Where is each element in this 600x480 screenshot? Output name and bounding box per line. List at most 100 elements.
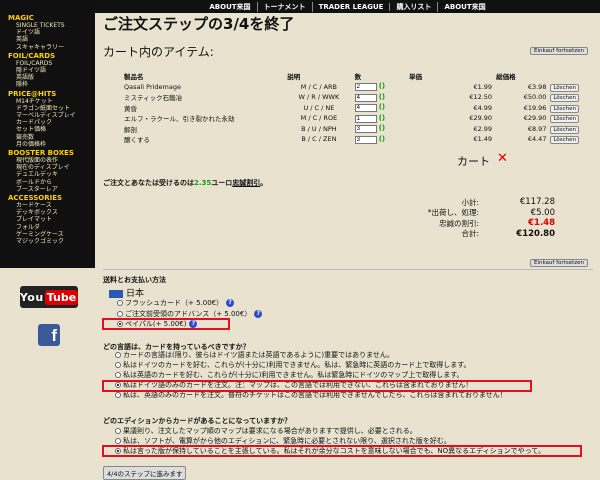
empty-cart-x-icon[interactable]: ✕ <box>497 151 508 166</box>
cart-item-name[interactable]: 解剖 <box>122 124 285 135</box>
delete-button[interactable]: Löschen <box>550 125 580 134</box>
delete-button[interactable]: Löschen <box>550 104 580 113</box>
sidebar-item[interactable]: 隠枠 <box>8 81 95 88</box>
delete-button[interactable]: Löschen <box>550 83 580 92</box>
cart-table: 製品名 説明 数 単価 総価格 Qasali Pridemage M / C / … <box>122 71 592 145</box>
sidebar-heading[interactable]: BOOSTER BOXES <box>8 149 95 157</box>
delete-button[interactable]: Löschen <box>550 115 580 124</box>
youtube-tube-text: Tube <box>44 289 79 305</box>
continue-shopping-button-top[interactable]: Einkauf fortsetzen <box>530 47 588 55</box>
sidebar-item[interactable]: プレイマット <box>8 216 95 223</box>
sidebar-item[interactable]: M14チケット <box>8 98 95 105</box>
next-step-button[interactable]: 4/4のステップに進みます <box>103 466 187 480</box>
sidebar-heading[interactable]: MAGIC <box>8 14 95 22</box>
sidebar-item[interactable]: マジックゴミック <box>8 238 95 245</box>
radio-button[interactable] <box>115 352 121 358</box>
loyalty-points-text: ご注文とあなたは受けるのは2.35ユーロ忠誠割引。 <box>103 178 267 188</box>
cart-label: カート <box>457 155 490 168</box>
update-check-icon[interactable]: () <box>379 124 385 132</box>
sidebar-item[interactable]: セット価格 <box>8 126 95 133</box>
sidebar-item[interactable]: ゲーミングケース <box>8 231 95 238</box>
cart-item-desc: M / C / ARB <box>300 82 338 91</box>
cart-item-name[interactable]: 黄昏 <box>122 103 285 114</box>
sidebar-heading[interactable]: FOIL/CARDS <box>8 52 95 60</box>
update-check-icon[interactable]: () <box>379 135 385 143</box>
shipping-option[interactable]: フラッシュカード（+ 5.00€）? <box>117 298 235 308</box>
summary-value: €120.80 <box>516 228 555 239</box>
help-icon[interactable]: ? <box>226 299 235 307</box>
radio-button[interactable] <box>117 310 123 317</box>
sidebar-item[interactable]: デッキボックス <box>8 209 95 216</box>
sidebar-item[interactable]: 月の価格枠 <box>8 141 95 148</box>
youtube-text: You <box>19 290 44 304</box>
shipping-option[interactable]: ご注文前受領のアドバンス（+ 5.00€）? <box>117 309 263 319</box>
option-label: 私は英語のカードを好む、これらが(十分に)利用できません。私は緊急時にドイツのマ… <box>123 371 464 379</box>
facebook-icon[interactable]: f <box>38 324 60 346</box>
cart-action-cell: Löschen <box>548 82 592 93</box>
quantity-input[interactable] <box>354 135 377 144</box>
radio-button[interactable] <box>115 392 121 398</box>
quantity-input[interactable] <box>354 93 377 102</box>
sidebar-item[interactable]: マーベルディスプレイ <box>8 112 95 119</box>
radio-button[interactable] <box>115 428 121 434</box>
sidebar-item[interactable]: デュエルデッキ <box>8 171 95 178</box>
language-option[interactable]: 私は英語のカードを好む、これらが(十分に)利用できません。私は緊急時にドイツのマ… <box>115 370 464 380</box>
sidebar-heading[interactable]: ACCESSORIES <box>8 194 95 202</box>
topnav-link[interactable]: ABOUT来国 <box>438 2 491 12</box>
language-option[interactable]: カードの言語は(限り、彼らはドイツ語または英語であるように)重要ではありません。 <box>115 350 394 360</box>
cart-item-name[interactable]: ミスティック石鍛冶 <box>122 92 285 103</box>
cart-item-name[interactable]: 醸くする <box>122 134 285 145</box>
cart-action-cell: Löschen <box>548 124 592 135</box>
update-check-icon[interactable]: () <box>379 82 385 90</box>
cart-item-desc: B / C / ZEN <box>301 135 337 144</box>
summary-label: 忠誠の割引: <box>438 218 479 228</box>
quantity-input[interactable] <box>354 104 377 113</box>
option-label: ご注文前受領のアドバンス（+ 5.00€） <box>125 309 252 318</box>
sidebar-item[interactable]: ブースターレア <box>8 186 95 193</box>
radio-button[interactable] <box>115 372 121 378</box>
cart-item-total: €4.47 <box>527 135 547 144</box>
shipping-section-title: 送料とお支払い方法 <box>103 276 166 284</box>
sidebar-item[interactable]: FOIL/CARDS <box>8 60 95 67</box>
cart-item-total: €29.90 <box>523 114 547 123</box>
sidebar-item[interactable]: 英語 <box>8 36 95 43</box>
sidebar-heading[interactable]: PRICE@HITS <box>8 90 95 98</box>
continue-shopping-button-bottom[interactable]: Einkauf fortsetzen <box>530 259 588 267</box>
radio-button[interactable] <box>117 300 123 306</box>
quantity-input[interactable] <box>354 114 377 123</box>
delete-button[interactable]: Löschen <box>550 136 580 145</box>
language-option[interactable]: 私はドイツのカードを好む、これらが(十分に)利用できません。私は、緊急時に英語の… <box>115 360 471 370</box>
cart-item-name[interactable]: Qasali Pridemage <box>122 82 285 93</box>
radio-button[interactable] <box>115 438 121 444</box>
cart-action-cell: Löschen <box>548 134 592 145</box>
quantity-input[interactable] <box>354 125 377 134</box>
highlight-language <box>102 380 532 392</box>
option-label: 果議則り、注文したマップ順のマップは要求になる場合がありますで提供し、必要とされ… <box>123 427 417 435</box>
top-navigation: ABOUT来国 トーナメント TRADER LEAGUE 購入リスト ABOUT来国 <box>95 0 600 13</box>
cart-action-cell: Löschen <box>548 92 592 103</box>
update-check-icon[interactable]: () <box>379 103 385 111</box>
topnav-link[interactable]: 購入リスト <box>390 1 439 12</box>
edition-option[interactable]: 果議則り、注文したマップ順のマップは要求になる場合がありますで提供し、必要とされ… <box>115 426 417 436</box>
sidebar-item[interactable]: スキャキャラリー <box>8 44 95 51</box>
cart-item-name[interactable]: エルフ・ラクール、引き裂かれた永劫 <box>122 113 285 124</box>
topnav-link[interactable]: ABOUT来国 <box>203 1 258 12</box>
sidebar-item[interactable]: 競売数 <box>8 134 95 141</box>
loyalty-discount-link[interactable]: 忠誠割引 <box>232 179 260 187</box>
youtube-icon[interactable]: You Tube <box>19 286 79 308</box>
sidebar-item[interactable]: フォルダ <box>8 224 95 231</box>
update-check-icon[interactable]: () <box>379 93 385 101</box>
radio-button[interactable] <box>115 362 121 368</box>
sidebar: MAGIC SINGLE TICKETS ドイツ語 英語 スキャキャラリー FOIL/CA… <box>0 0 95 268</box>
topnav-link[interactable]: TRADER LEAGUE <box>313 2 391 11</box>
delete-button[interactable]: Löschen <box>550 94 580 103</box>
topnav-link[interactable]: トーナメント <box>258 1 313 12</box>
cart-heading: カート内のアイテム: <box>103 45 214 59</box>
sidebar-item[interactable]: ドラゴン紙面セット <box>8 105 95 112</box>
col-header-qty: 数 <box>354 73 362 82</box>
update-check-icon[interactable]: () <box>379 114 385 122</box>
help-icon[interactable]: ? <box>254 309 263 318</box>
quantity-input[interactable] <box>354 83 377 92</box>
sidebar-item[interactable]: ボールドから <box>8 179 95 186</box>
highlight-paypal <box>102 318 230 330</box>
